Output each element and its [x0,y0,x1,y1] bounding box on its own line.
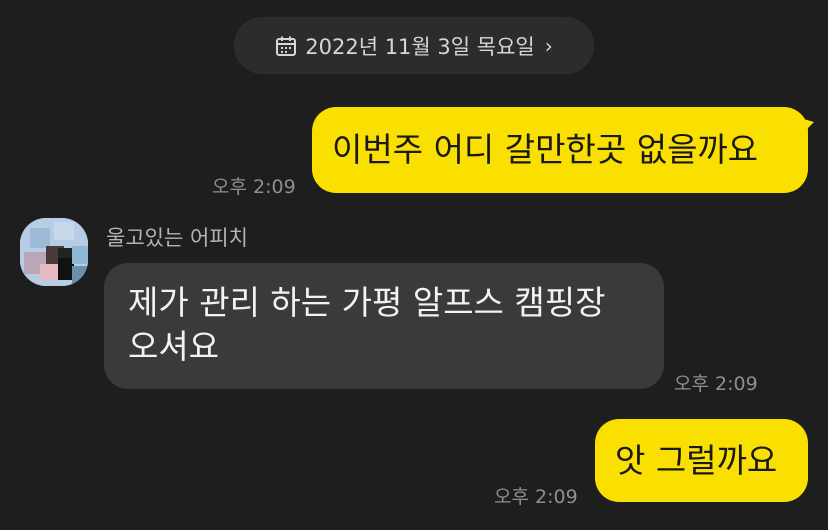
bubble-tail [800,118,814,136]
message-text: 이번주 어디 갈만한곳 없을까요 [332,130,759,169]
message-timestamp: 오후 2:09 [674,373,758,395]
my-message-bubble[interactable]: 이번주 어디 갈만한곳 없을까요 [312,107,808,193]
my-message-bubble[interactable]: 앗 그럴까요 [595,419,808,502]
message-timestamp: 오후 2:09 [494,486,578,508]
chevron-right-icon: › [544,33,553,58]
other-message-bubble[interactable]: 제가 관리 하는 가평 알프스 캠핑장 오셔요 [104,263,664,389]
message-text-line: 오셔요 [128,327,220,366]
message-text: 앗 그럴까요 [615,440,778,480]
date-label: 2022년 11월 3일 목요일 [305,34,535,59]
sender-name: 울고있는 어피치 [106,226,248,250]
message-timestamp: 오후 2:09 [212,176,296,198]
date-header-pill[interactable]: 2022년 11월 3일 목요일 › [234,17,594,74]
avatar[interactable] [20,218,88,286]
calendar-icon [276,36,297,56]
message-text-line: 제가 관리 하는 가평 알프스 캠핑장 [128,283,606,322]
